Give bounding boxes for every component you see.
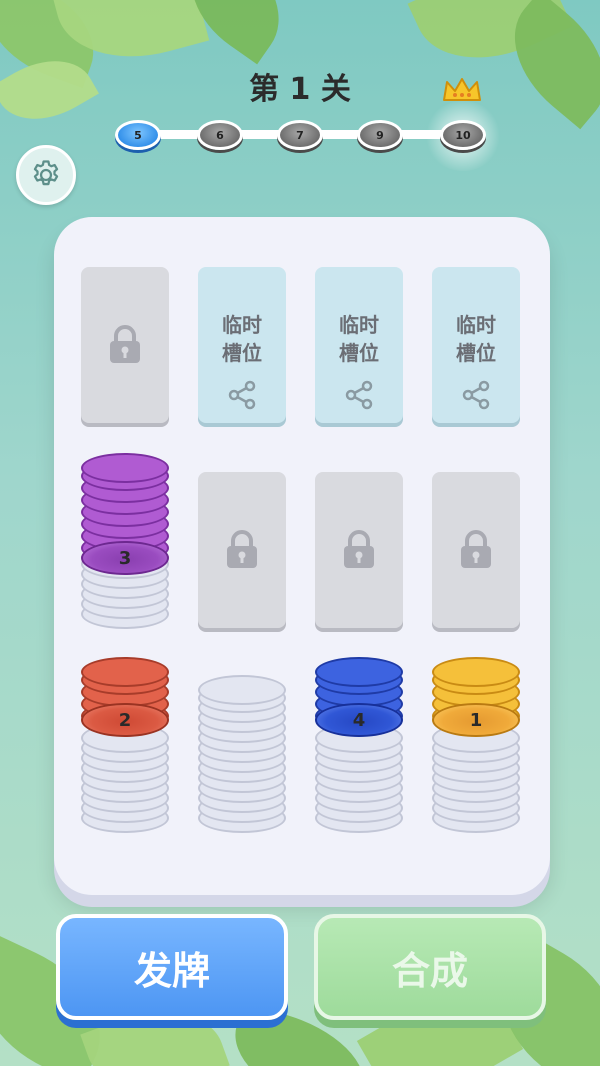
share-icon <box>345 380 373 410</box>
merge-button-label: 合成 <box>391 948 468 993</box>
temp-slot[interactable]: 临时 槽位 <box>315 267 403 423</box>
lock-icon <box>461 530 491 568</box>
coin-stack-purple[interactable]: 3 <box>81 453 169 633</box>
level-chip-goal: 10 <box>440 120 486 150</box>
temp-slot-label: 临时 槽位 <box>456 313 496 365</box>
locked-slot[interactable] <box>81 267 169 423</box>
coin-stack-label: 3 <box>118 547 132 569</box>
share-icon <box>462 380 490 410</box>
coin-stack-yellow[interactable]: 1 <box>432 657 520 837</box>
coin-stack-red[interactable]: 2 <box>81 657 169 837</box>
coin-stack-label: 4 <box>352 709 366 731</box>
merge-button[interactable]: 合成 <box>314 914 546 1020</box>
level-chip-label: 7 <box>296 128 304 142</box>
deal-button[interactable]: 发牌 <box>56 914 288 1020</box>
deal-button-label: 发牌 <box>133 948 210 993</box>
gear-icon <box>33 160 59 186</box>
locked-slot[interactable] <box>432 472 520 628</box>
crown-icon <box>443 78 481 101</box>
temp-slot[interactable]: 临时 槽位 <box>432 267 520 423</box>
lock-icon <box>227 530 257 568</box>
temp-slot-label: 临时 槽位 <box>222 313 262 365</box>
level-chip-current: 5 <box>115 120 161 150</box>
locked-slot[interactable] <box>198 472 286 628</box>
locked-slot[interactable] <box>315 472 403 628</box>
level-chip: 9 <box>357 120 403 150</box>
level-chip-label: 10 <box>455 128 471 142</box>
coin-stack-top: 2 <box>81 703 169 737</box>
share-icon <box>228 380 256 410</box>
temp-slot-label: 临时 槽位 <box>339 313 379 365</box>
coin-stack-blue[interactable]: 4 <box>315 657 403 837</box>
lock-icon <box>110 325 140 363</box>
coin-stack-label: 2 <box>118 709 132 731</box>
lock-icon <box>344 530 374 568</box>
coin-stack-top: 4 <box>315 703 403 737</box>
level-chip: 7 <box>277 120 323 150</box>
level-chip-label: 5 <box>134 128 142 142</box>
level-title: 第 1 关 <box>249 72 351 107</box>
settings-button[interactable] <box>16 145 76 205</box>
level-chip-label: 6 <box>216 128 224 142</box>
temp-slot[interactable]: 临时 槽位 <box>198 267 286 423</box>
coin-stack-top: 1 <box>432 703 520 737</box>
level-chip-label: 9 <box>376 128 384 142</box>
game-board: 临时 槽位 临时 槽位 临时 槽位 3 2 4 1 <box>54 217 550 895</box>
level-chip: 6 <box>197 120 243 150</box>
coin-stack-label: 1 <box>469 709 483 731</box>
coin-stack-top: 3 <box>81 541 169 575</box>
coin-stack-white[interactable] <box>198 675 286 837</box>
